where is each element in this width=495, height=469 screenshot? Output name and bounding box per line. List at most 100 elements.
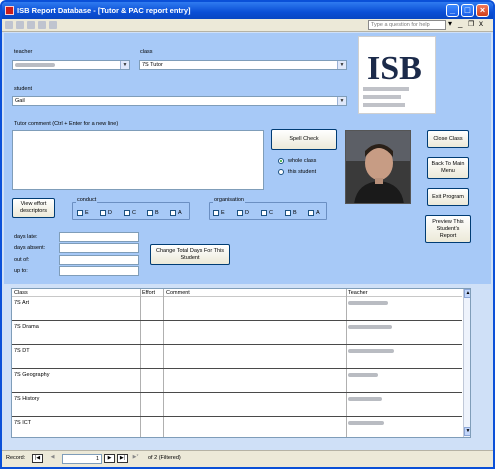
- out-of-label: out of:: [14, 257, 30, 263]
- organisation-grade-c: C: [269, 210, 273, 216]
- conduct-checkbox-a[interactable]: [170, 210, 176, 216]
- student-photo: [345, 130, 411, 204]
- organisation-checkbox-b[interactable]: [285, 210, 291, 216]
- copy-icon[interactable]: [38, 21, 46, 29]
- conduct-checkbox-c[interactable]: [124, 210, 130, 216]
- row-class: 7S ICT: [14, 420, 32, 426]
- conduct-grade-e: E: [85, 210, 89, 216]
- record-label: Record:: [6, 455, 26, 461]
- first-record-icon[interactable]: |◀: [32, 454, 43, 463]
- row-class: 7S Geography: [14, 372, 50, 378]
- help-dropdown-icon[interactable]: ▾: [448, 19, 452, 28]
- table-row[interactable]: 7S History: [12, 394, 462, 417]
- paste-icon[interactable]: [49, 21, 57, 29]
- minimize-button[interactable]: _: [446, 4, 459, 17]
- menu-bar: Type a question for help ▾ _ ❐ x: [2, 19, 493, 32]
- conduct-label: conduct: [76, 197, 98, 203]
- window-title: ISB Report Database - [Tutor & PAC repor…: [17, 6, 191, 15]
- new-record-icon[interactable]: ▶*: [130, 454, 141, 463]
- record-navigation-bar: Record: |◀ ◀ 1 ▶ ▶| ▶* of 2 (Filtered): [2, 450, 493, 467]
- tutor-comment-textarea[interactable]: [12, 130, 264, 190]
- close-window-button[interactable]: ×: [476, 4, 489, 17]
- row-teacher-redacted: [348, 301, 388, 305]
- last-record-icon[interactable]: ▶|: [117, 454, 128, 463]
- class-label: class: [140, 49, 153, 55]
- app-window: ISB Report Database - [Tutor & PAC repor…: [0, 0, 495, 469]
- header-effort: Effort: [142, 290, 156, 296]
- radio-this-student[interactable]: [278, 169, 284, 175]
- row-class: 7S Drama: [14, 324, 39, 330]
- close-class-button[interactable]: Close Class: [427, 130, 469, 148]
- undo-icon[interactable]: [16, 21, 24, 29]
- conduct-checkbox-e[interactable]: [77, 210, 83, 216]
- days-absent-input[interactable]: [59, 243, 139, 253]
- preview-report-button[interactable]: Preview This Student's Report: [425, 215, 471, 243]
- class-value: 7S Tutor: [142, 62, 163, 68]
- table-row[interactable]: 7S Art: [12, 298, 462, 321]
- student-value: Gail: [15, 98, 25, 104]
- class-combo[interactable]: 7S Tutor ▼: [139, 60, 347, 70]
- radio-whole-class[interactable]: [278, 158, 284, 164]
- organisation-checkbox-d[interactable]: [237, 210, 243, 216]
- previous-record-icon[interactable]: ◀: [47, 454, 58, 463]
- organisation-grade-a: A: [316, 210, 320, 216]
- view-icon[interactable]: [5, 21, 13, 29]
- scroll-down-icon[interactable]: ▼: [464, 427, 470, 436]
- table-row[interactable]: 7S Drama: [12, 322, 462, 345]
- teacher-value-redacted: [15, 62, 55, 67]
- days-late-label: days late:: [14, 234, 38, 240]
- record-number-input[interactable]: 1: [62, 454, 102, 464]
- scroll-up-icon[interactable]: ▲: [464, 289, 470, 298]
- back-to-main-menu-button[interactable]: Back To Main Menu: [427, 157, 469, 179]
- conduct-grade-d: D: [108, 210, 112, 216]
- organisation-label: organisation: [213, 197, 245, 203]
- organisation-checkbox-e[interactable]: [213, 210, 219, 216]
- table-row[interactable]: 7S DT: [12, 346, 462, 369]
- isb-logo: ISB: [358, 36, 436, 114]
- doc-close-button[interactable]: x: [479, 19, 483, 28]
- doc-restore-button[interactable]: ❐: [468, 20, 474, 28]
- organisation-checkbox-a[interactable]: [308, 210, 314, 216]
- subject-reports-grid: Class Effort Comment Teacher 7S Art 7S D…: [11, 288, 471, 438]
- radio-this-student-label: this student: [288, 169, 317, 175]
- header-teacher: Teacher: [348, 290, 368, 296]
- teacher-combo[interactable]: ▼: [12, 60, 130, 70]
- conduct-checkbox-b[interactable]: [147, 210, 153, 216]
- next-record-icon[interactable]: ▶: [104, 454, 115, 463]
- chevron-down-icon[interactable]: ▼: [337, 61, 346, 69]
- table-row[interactable]: 7S Geography: [12, 370, 462, 393]
- table-row[interactable]: 7S ICT: [12, 418, 462, 437]
- row-teacher-redacted: [348, 421, 384, 425]
- row-class: 7S Art: [14, 300, 29, 306]
- row-teacher-redacted: [348, 325, 392, 329]
- days-absent-label: days absent:: [14, 245, 46, 251]
- svg-text:ISB: ISB: [367, 50, 422, 87]
- conduct-grade-c: C: [132, 210, 136, 216]
- view-effort-descriptors-button[interactable]: View effort descriptors: [12, 198, 55, 218]
- organisation-grade-b: B: [293, 210, 297, 216]
- grid-scrollbar[interactable]: ▲ ▼: [463, 289, 470, 437]
- title-bar[interactable]: ISB Report Database - [Tutor & PAC repor…: [2, 2, 493, 19]
- exit-program-button[interactable]: Exit Program: [427, 188, 469, 206]
- organisation-grade-e: E: [221, 210, 225, 216]
- conduct-grade-b: B: [155, 210, 159, 216]
- doc-minimize-button[interactable]: _: [458, 19, 462, 28]
- record-count-text: of 2 (Filtered): [148, 455, 181, 461]
- help-search-input[interactable]: Type a question for help: [368, 20, 446, 30]
- row-teacher-redacted: [348, 349, 394, 353]
- redo-icon[interactable]: [27, 21, 35, 29]
- chevron-down-icon[interactable]: ▼: [337, 97, 346, 105]
- days-late-input[interactable]: [59, 232, 139, 242]
- out-of-input[interactable]: [59, 255, 139, 265]
- organisation-grade-d: D: [245, 210, 249, 216]
- change-total-days-button[interactable]: Change Total Days For This Student: [150, 244, 230, 265]
- student-combo[interactable]: Gail ▼: [12, 96, 347, 106]
- conduct-grade-a: A: [178, 210, 182, 216]
- header-class: Class: [14, 290, 28, 296]
- maximize-button[interactable]: □: [461, 4, 474, 17]
- chevron-down-icon[interactable]: ▼: [120, 61, 129, 69]
- spell-check-button[interactable]: Spell Check: [271, 129, 337, 150]
- organisation-checkbox-c[interactable]: [261, 210, 267, 216]
- up-to-input[interactable]: [59, 266, 139, 276]
- conduct-checkbox-d[interactable]: [100, 210, 106, 216]
